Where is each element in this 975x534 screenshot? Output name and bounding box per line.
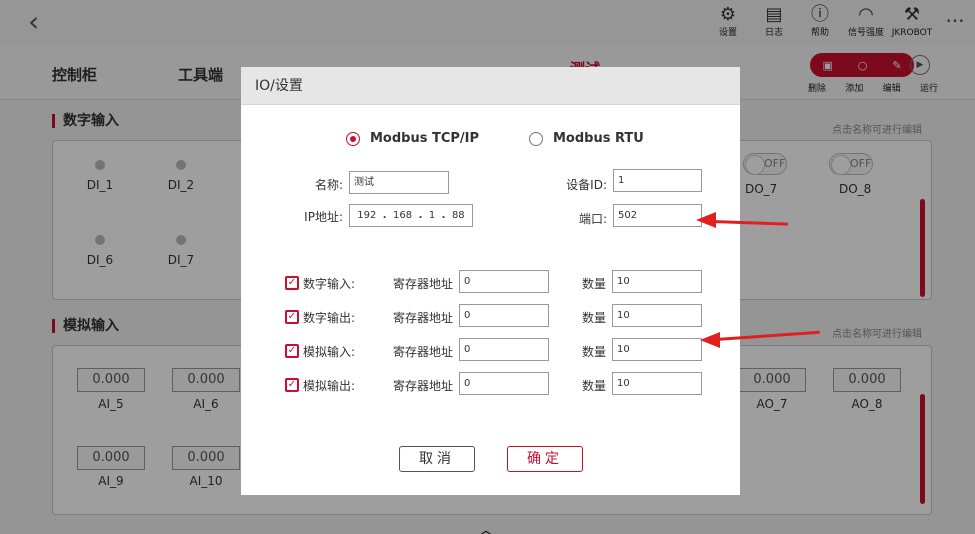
ip-octet[interactable]: 1 xyxy=(429,210,435,221)
ip-label: IP地址: xyxy=(304,210,343,224)
dialog-title: IO/设置 xyxy=(241,67,740,105)
radio-unselected-icon xyxy=(529,131,543,146)
radio-label: Modbus TCP/IP xyxy=(370,131,480,146)
checkbox-digital-input[interactable]: ✓ xyxy=(285,276,299,290)
port-label: 端口: xyxy=(578,212,607,226)
ip-octet[interactable]: 192 xyxy=(357,210,376,221)
checkbox-analog-output[interactable]: ✓ xyxy=(285,378,299,392)
checkbox-digital-output[interactable]: ✓ xyxy=(285,310,299,324)
ip-separator: . xyxy=(441,210,446,221)
count-label: 数量 xyxy=(582,277,607,291)
count-label: 数量 xyxy=(582,379,607,393)
ip-address-input[interactable]: 192 . 168 . 1 . 88 xyxy=(349,204,473,227)
confirm-button[interactable]: 确定 xyxy=(507,446,583,472)
analog-input-row-label: 模拟输入: xyxy=(303,345,356,359)
analog-output-address[interactable]: 0 xyxy=(459,372,549,395)
register-address-label: 寄存器地址 xyxy=(393,379,454,393)
radio-modbus-tcp[interactable]: Modbus TCP/IP xyxy=(346,131,479,146)
digital-input-count[interactable]: 10 xyxy=(612,270,702,293)
analog-output-row-label: 模拟输出: xyxy=(303,379,356,393)
radio-selected-icon xyxy=(346,131,360,146)
device-id-label: 设备ID: xyxy=(566,178,607,192)
port-input[interactable]: 502 xyxy=(613,204,702,227)
annotation-arrowhead-count xyxy=(700,332,720,348)
ip-separator: . xyxy=(382,210,387,221)
radio-label: Modbus RTU xyxy=(553,131,644,146)
ip-octet[interactable]: 168 xyxy=(393,210,412,221)
register-address-label: 寄存器地址 xyxy=(393,277,454,291)
digital-input-row-label: 数字输入: xyxy=(303,277,356,291)
count-label: 数量 xyxy=(582,311,607,325)
ip-separator: . xyxy=(418,210,423,221)
count-label: 数量 xyxy=(582,345,607,359)
cancel-button[interactable]: 取消 xyxy=(399,446,475,472)
register-address-label: 寄存器地址 xyxy=(393,345,454,359)
digital-output-count[interactable]: 10 xyxy=(612,304,702,327)
analog-output-count[interactable]: 10 xyxy=(612,372,702,395)
radio-modbus-rtu[interactable]: Modbus RTU xyxy=(529,131,644,146)
io-settings-dialog: IO/设置 Modbus TCP/IP Modbus RTU 名称: 测试 设备… xyxy=(241,67,740,495)
device-id-input[interactable]: 1 xyxy=(613,169,702,192)
register-address-label: 寄存器地址 xyxy=(393,311,454,325)
digital-input-address[interactable]: 0 xyxy=(459,270,549,293)
name-label: 名称: xyxy=(314,178,343,192)
annotation-arrowhead-port xyxy=(696,212,716,228)
digital-output-row-label: 数字输出: xyxy=(303,311,356,325)
name-input[interactable]: 测试 xyxy=(349,171,449,194)
checkbox-analog-input[interactable]: ✓ xyxy=(285,344,299,358)
analog-input-address[interactable]: 0 xyxy=(459,338,549,361)
analog-input-count[interactable]: 10 xyxy=(612,338,702,361)
digital-output-address[interactable]: 0 xyxy=(459,304,549,327)
ip-octet[interactable]: 88 xyxy=(452,210,465,221)
